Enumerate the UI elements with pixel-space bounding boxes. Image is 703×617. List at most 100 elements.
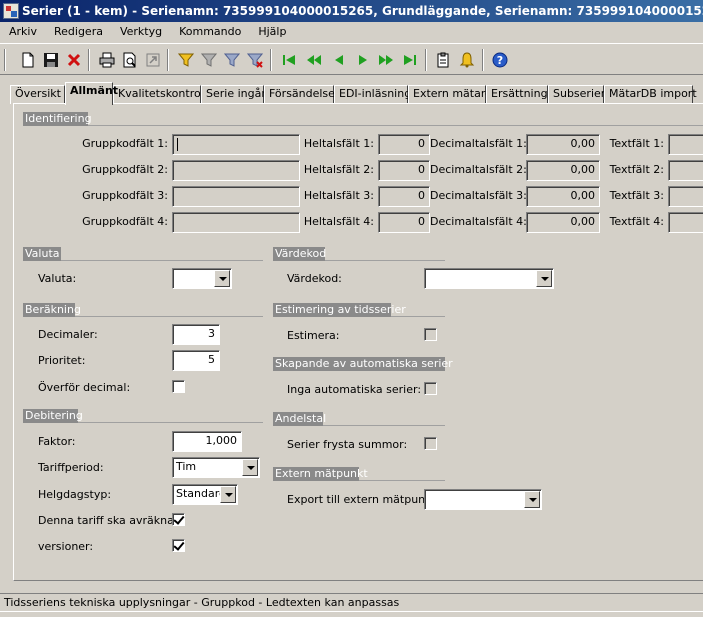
valuta-select[interactable]	[172, 268, 232, 289]
next-page-icon[interactable]	[375, 49, 397, 71]
menu-arkiv[interactable]: Arkiv	[0, 22, 45, 38]
gruppkod-2-field[interactable]	[172, 160, 300, 181]
save-icon[interactable]	[40, 49, 62, 71]
decimal-4-label: Decimaltalsfält 4:	[430, 215, 527, 228]
faktor-field[interactable]: 1,000	[172, 431, 242, 452]
gruppkod-2-label: Gruppkodfält 2:	[82, 163, 168, 176]
group-header-skapande: Skapande av automatiska serier	[273, 357, 453, 371]
print-preview-icon[interactable]	[119, 49, 141, 71]
toolbar-separator	[270, 49, 272, 71]
filter-icon[interactable]	[198, 49, 220, 71]
next-record-icon[interactable]	[352, 49, 374, 71]
group-divider	[391, 316, 445, 317]
group-header-berakning: Beräkning	[23, 303, 81, 317]
chevron-down-icon[interactable]	[214, 270, 230, 287]
tariffperiod-label: Tariffperiod:	[38, 461, 104, 474]
tab-extern-matare[interactable]: Extern mätare	[408, 85, 492, 104]
chevron-down-icon[interactable]	[242, 459, 258, 476]
gruppkod-1-field[interactable]	[172, 134, 300, 155]
heltal-4-label: Heltalsfält 4:	[303, 215, 374, 228]
decimal-2-label: Decimaltalsfält 2:	[430, 163, 527, 176]
group-header-extern-matpunkt: Extern mätpunkt	[273, 467, 368, 481]
inga-automatiska-checkbox[interactable]	[424, 382, 437, 395]
tab-ersattning[interactable]: Ersättning	[486, 85, 548, 104]
tab-kvalitetskontroll[interactable]: Kvalitetskontroll	[113, 85, 207, 104]
group-divider	[61, 260, 263, 261]
heltal-2-field[interactable]: 0	[378, 160, 430, 181]
tab-edi-inlasning[interactable]: EDI-inläsning	[334, 85, 411, 104]
document-handling-icon[interactable]	[432, 49, 454, 71]
overfor-decimal-label: Överför decimal:	[38, 381, 131, 394]
status-bar: Tidsseriens tekniska upplysningar - Grup…	[0, 593, 703, 611]
gruppkod-3-field[interactable]	[172, 186, 300, 207]
menu-kommando[interactable]: Kommando	[170, 22, 249, 38]
group-header-valuta: Valuta	[23, 247, 61, 261]
decimaler-label: Decimaler:	[38, 328, 98, 341]
tab-forsandelse[interactable]: Försändelse	[264, 85, 335, 104]
vardekod-select[interactable]	[424, 268, 554, 289]
print-icon[interactable]	[96, 49, 118, 71]
gruppkod-4-label: Gruppkodfält 4:	[82, 215, 168, 228]
textfalt-3-field[interactable]	[668, 186, 703, 207]
tab-oversikt[interactable]: Översikt	[10, 85, 65, 104]
chevron-down-icon[interactable]	[524, 491, 540, 508]
versioner-checkbox[interactable]	[172, 539, 185, 552]
estimera-checkbox[interactable]	[424, 328, 437, 341]
previous-record-icon[interactable]	[328, 49, 350, 71]
decimal-2-field[interactable]: 0,00	[526, 160, 600, 181]
estimera-label: Estimera:	[287, 329, 340, 342]
decimaler-field[interactable]: 3	[172, 324, 220, 345]
tab-allmant[interactable]: Allmänt	[65, 82, 118, 105]
remove-filter-icon[interactable]	[244, 49, 266, 71]
group-header-identifiering: Identifiering	[23, 112, 92, 126]
tab-subserier[interactable]: Subserier	[548, 85, 605, 104]
svg-text:?: ?	[497, 54, 503, 67]
alert-icon[interactable]	[456, 49, 478, 71]
export-icon[interactable]	[142, 49, 164, 71]
overfor-decimal-checkbox[interactable]	[172, 380, 185, 393]
chevron-down-icon[interactable]	[220, 486, 236, 503]
heltal-1-label: Heltalsfält 1:	[303, 137, 374, 150]
chevron-down-icon[interactable]	[536, 270, 552, 287]
versioner-label: versioner:	[38, 540, 94, 553]
heltal-1-field[interactable]: 0	[378, 134, 430, 155]
heltal-4-field[interactable]: 0	[378, 212, 430, 233]
prioritet-field[interactable]: 5	[172, 350, 220, 371]
decimal-3-field[interactable]: 0,00	[526, 186, 600, 207]
help-icon[interactable]: ?	[489, 49, 511, 71]
decimal-1-field[interactable]: 0,00	[526, 134, 600, 155]
delete-icon[interactable]	[63, 49, 85, 71]
export-extern-select[interactable]	[424, 489, 542, 510]
advanced-filter-icon[interactable]	[221, 49, 243, 71]
textfalt-4-field[interactable]	[668, 212, 703, 233]
gruppkod-1-label: Gruppkodfält 1:	[82, 137, 168, 150]
last-record-icon[interactable]	[399, 49, 421, 71]
menu-verktyg[interactable]: Verktyg	[111, 22, 170, 38]
filter-selection-icon[interactable]	[175, 49, 197, 71]
menu-redigera[interactable]: Redigera	[45, 22, 111, 38]
menu-bar: Arkiv Redigera Verktyg Kommando Hjälp	[0, 22, 703, 42]
toolbar-separator	[482, 49, 484, 71]
prioritet-label: Prioritet:	[38, 354, 86, 367]
avraknas-checkbox[interactable]	[172, 513, 185, 526]
tab-serie-ingar[interactable]: Serie ingår	[201, 85, 266, 104]
new-document-icon[interactable]	[17, 49, 39, 71]
textfalt-2-field[interactable]	[668, 160, 703, 181]
tariffperiod-select[interactable]: Tim	[172, 457, 260, 478]
textfalt-1-field[interactable]	[668, 134, 703, 155]
tab-matardb-import[interactable]: MätarDB import	[604, 85, 697, 104]
previous-page-icon[interactable]	[303, 49, 325, 71]
decimal-4-field[interactable]: 0,00	[526, 212, 600, 233]
vardekod-label: Värdekod:	[287, 272, 342, 285]
heltal-3-field[interactable]: 0	[378, 186, 430, 207]
textfalt-1-label: Textfält 1:	[609, 137, 664, 150]
valuta-label: Valuta:	[38, 272, 77, 285]
first-record-icon[interactable]	[278, 49, 300, 71]
serier-frysta-checkbox[interactable]	[424, 437, 437, 450]
helgdagstyp-select[interactable]: Standard	[172, 484, 238, 505]
window-title-bar: Serier (1 - kem) - Serienamn: 7359991040…	[0, 0, 703, 22]
menu-hjalp[interactable]: Hjälp	[249, 22, 294, 38]
decimal-3-label: Decimaltalsfält 3:	[430, 189, 527, 202]
window-title: Serier (1 - kem) - Serienamn: 7359991040…	[22, 4, 703, 18]
gruppkod-4-field[interactable]	[172, 212, 300, 233]
